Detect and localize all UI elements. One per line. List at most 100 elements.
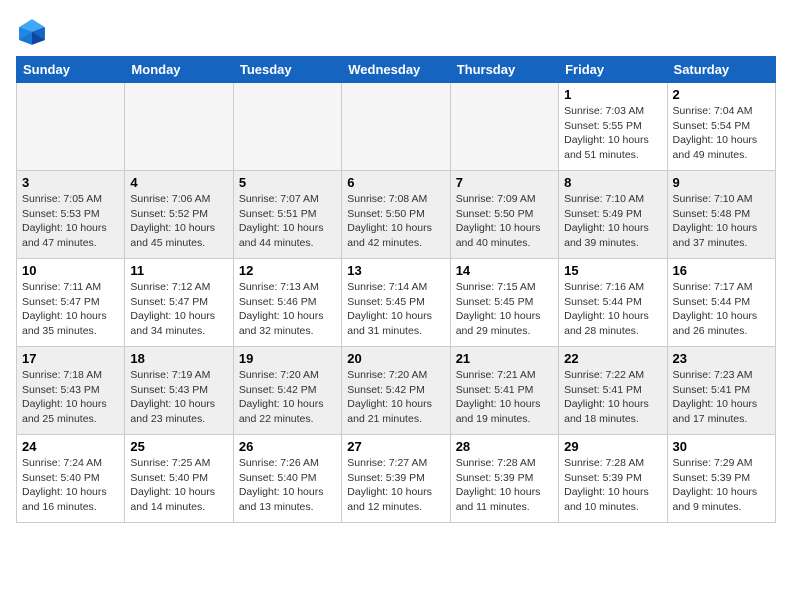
day-number: 4 [130, 175, 227, 190]
weekday-header-saturday: Saturday [667, 57, 775, 83]
day-info: Sunrise: 7:15 AM Sunset: 5:45 PM Dayligh… [456, 280, 553, 339]
calendar-day-13: 13 Sunrise: 7:14 AM Sunset: 5:45 PM Dayli… [342, 259, 450, 347]
day-number: 13 [347, 263, 444, 278]
day-number: 14 [456, 263, 553, 278]
day-info: Sunrise: 7:03 AM Sunset: 5:55 PM Dayligh… [564, 104, 661, 163]
calendar-day-empty [450, 83, 558, 171]
day-info: Sunrise: 7:11 AM Sunset: 5:47 PM Dayligh… [22, 280, 119, 339]
day-info: Sunrise: 7:28 AM Sunset: 5:39 PM Dayligh… [564, 456, 661, 515]
calendar-day-21: 21 Sunrise: 7:21 AM Sunset: 5:41 PM Dayli… [450, 347, 558, 435]
day-info: Sunrise: 7:12 AM Sunset: 5:47 PM Dayligh… [130, 280, 227, 339]
day-info: Sunrise: 7:22 AM Sunset: 5:41 PM Dayligh… [564, 368, 661, 427]
day-number: 24 [22, 439, 119, 454]
day-info: Sunrise: 7:20 AM Sunset: 5:42 PM Dayligh… [347, 368, 444, 427]
day-number: 11 [130, 263, 227, 278]
calendar-day-29: 29 Sunrise: 7:28 AM Sunset: 5:39 PM Dayli… [559, 435, 667, 523]
calendar-week-row: 10 Sunrise: 7:11 AM Sunset: 5:47 PM Dayli… [17, 259, 776, 347]
calendar-day-17: 17Sunrise: 7:18 AM Sunset: 5:43 PM Dayli… [17, 347, 125, 435]
day-number: 22 [564, 351, 661, 366]
calendar-day-14: 14 Sunrise: 7:15 AM Sunset: 5:45 PM Dayli… [450, 259, 558, 347]
day-info: Sunrise: 7:14 AM Sunset: 5:45 PM Dayligh… [347, 280, 444, 339]
day-number: 20 [347, 351, 444, 366]
day-info: Sunrise: 7:13 AM Sunset: 5:46 PM Dayligh… [239, 280, 336, 339]
page-container: SundayMondayTuesdayWednesdayThursdayFrid… [16, 16, 776, 523]
calendar-day-15: 15 Sunrise: 7:16 AM Sunset: 5:44 PM Dayli… [559, 259, 667, 347]
day-number: 3 [22, 175, 119, 190]
calendar-week-row: 24 Sunrise: 7:24 AM Sunset: 5:40 PM Dayli… [17, 435, 776, 523]
day-info: Sunrise: 7:26 AM Sunset: 5:40 PM Dayligh… [239, 456, 336, 515]
calendar-day-16: 16 Sunrise: 7:17 AM Sunset: 5:44 PM Dayli… [667, 259, 775, 347]
calendar-day-12: 12Sunrise: 7:13 AM Sunset: 5:46 PM Dayli… [233, 259, 341, 347]
calendar-day-7: 7Sunrise: 7:09 AM Sunset: 5:50 PM Daylig… [450, 171, 558, 259]
weekday-header-tuesday: Tuesday [233, 57, 341, 83]
day-number: 28 [456, 439, 553, 454]
calendar-day-empty [233, 83, 341, 171]
calendar-day-20: 20 Sunrise: 7:20 AM Sunset: 5:42 PM Dayli… [342, 347, 450, 435]
day-info: Sunrise: 7:08 AM Sunset: 5:50 PM Dayligh… [347, 192, 444, 251]
day-info: Sunrise: 7:05 AM Sunset: 5:53 PM Dayligh… [22, 192, 119, 251]
calendar-week-row: 1 Sunrise: 7:03 AM Sunset: 5:55 PM Daylig… [17, 83, 776, 171]
calendar-day-4: 4 Sunrise: 7:06 AM Sunset: 5:52 PM Daylig… [125, 171, 233, 259]
calendar-day-2: 2 Sunrise: 7:04 AM Sunset: 5:54 PM Daylig… [667, 83, 775, 171]
calendar-day-8: 8Sunrise: 7:10 AM Sunset: 5:49 PM Daylig… [559, 171, 667, 259]
calendar-day-9: 9 Sunrise: 7:10 AM Sunset: 5:48 PM Daylig… [667, 171, 775, 259]
weekday-header-sunday: Sunday [17, 57, 125, 83]
day-info: Sunrise: 7:25 AM Sunset: 5:40 PM Dayligh… [130, 456, 227, 515]
calendar-table: SundayMondayTuesdayWednesdayThursdayFrid… [16, 56, 776, 523]
day-info: Sunrise: 7:10 AM Sunset: 5:48 PM Dayligh… [673, 192, 770, 251]
day-number: 1 [564, 87, 661, 102]
calendar-day-11: 11 Sunrise: 7:12 AM Sunset: 5:47 PM Dayli… [125, 259, 233, 347]
header [16, 16, 776, 48]
day-info: Sunrise: 7:16 AM Sunset: 5:44 PM Dayligh… [564, 280, 661, 339]
weekday-header-wednesday: Wednesday [342, 57, 450, 83]
day-number: 16 [673, 263, 770, 278]
day-number: 30 [673, 439, 770, 454]
calendar-day-empty [17, 83, 125, 171]
day-number: 6 [347, 175, 444, 190]
day-number: 18 [130, 351, 227, 366]
day-number: 15 [564, 263, 661, 278]
calendar-day-1: 1 Sunrise: 7:03 AM Sunset: 5:55 PM Daylig… [559, 83, 667, 171]
day-number: 27 [347, 439, 444, 454]
day-number: 29 [564, 439, 661, 454]
day-number: 2 [673, 87, 770, 102]
calendar-day-5: 5 Sunrise: 7:07 AM Sunset: 5:51 PM Daylig… [233, 171, 341, 259]
day-info: Sunrise: 7:17 AM Sunset: 5:44 PM Dayligh… [673, 280, 770, 339]
day-info: Sunrise: 7:29 AM Sunset: 5:39 PM Dayligh… [673, 456, 770, 515]
calendar-day-10: 10 Sunrise: 7:11 AM Sunset: 5:47 PM Dayli… [17, 259, 125, 347]
day-info: Sunrise: 7:19 AM Sunset: 5:43 PM Dayligh… [130, 368, 227, 427]
day-info: Sunrise: 7:21 AM Sunset: 5:41 PM Dayligh… [456, 368, 553, 427]
day-info: Sunrise: 7:07 AM Sunset: 5:51 PM Dayligh… [239, 192, 336, 251]
calendar-day-6: 6 Sunrise: 7:08 AM Sunset: 5:50 PM Daylig… [342, 171, 450, 259]
calendar-day-24: 24 Sunrise: 7:24 AM Sunset: 5:40 PM Dayli… [17, 435, 125, 523]
day-number: 10 [22, 263, 119, 278]
calendar-week-row: 3 Sunrise: 7:05 AM Sunset: 5:53 PM Daylig… [17, 171, 776, 259]
day-number: 7 [456, 175, 553, 190]
calendar-body: 1 Sunrise: 7:03 AM Sunset: 5:55 PM Daylig… [17, 83, 776, 523]
day-info: Sunrise: 7:06 AM Sunset: 5:52 PM Dayligh… [130, 192, 227, 251]
day-number: 23 [673, 351, 770, 366]
calendar-day-25: 25 Sunrise: 7:25 AM Sunset: 5:40 PM Dayli… [125, 435, 233, 523]
calendar-day-3: 3 Sunrise: 7:05 AM Sunset: 5:53 PM Daylig… [17, 171, 125, 259]
day-info: Sunrise: 7:28 AM Sunset: 5:39 PM Dayligh… [456, 456, 553, 515]
day-number: 5 [239, 175, 336, 190]
day-number: 8 [564, 175, 661, 190]
calendar-day-26: 26Sunrise: 7:26 AM Sunset: 5:40 PM Dayli… [233, 435, 341, 523]
calendar-day-23: 23 Sunrise: 7:23 AM Sunset: 5:41 PM Dayli… [667, 347, 775, 435]
day-info: Sunrise: 7:24 AM Sunset: 5:40 PM Dayligh… [22, 456, 119, 515]
calendar-day-empty [342, 83, 450, 171]
calendar-day-22: 22 Sunrise: 7:22 AM Sunset: 5:41 PM Dayli… [559, 347, 667, 435]
calendar-day-18: 18 Sunrise: 7:19 AM Sunset: 5:43 PM Dayli… [125, 347, 233, 435]
day-info: Sunrise: 7:23 AM Sunset: 5:41 PM Dayligh… [673, 368, 770, 427]
calendar-day-28: 28 Sunrise: 7:28 AM Sunset: 5:39 PM Dayli… [450, 435, 558, 523]
day-number: 21 [456, 351, 553, 366]
day-number: 9 [673, 175, 770, 190]
day-number: 25 [130, 439, 227, 454]
weekday-header-monday: Monday [125, 57, 233, 83]
day-info: Sunrise: 7:04 AM Sunset: 5:54 PM Dayligh… [673, 104, 770, 163]
day-info: Sunrise: 7:20 AM Sunset: 5:42 PM Dayligh… [239, 368, 336, 427]
calendar-header: SundayMondayTuesdayWednesdayThursdayFrid… [17, 57, 776, 83]
calendar-week-row: 17Sunrise: 7:18 AM Sunset: 5:43 PM Dayli… [17, 347, 776, 435]
day-info: Sunrise: 7:27 AM Sunset: 5:39 PM Dayligh… [347, 456, 444, 515]
logo [16, 16, 52, 48]
